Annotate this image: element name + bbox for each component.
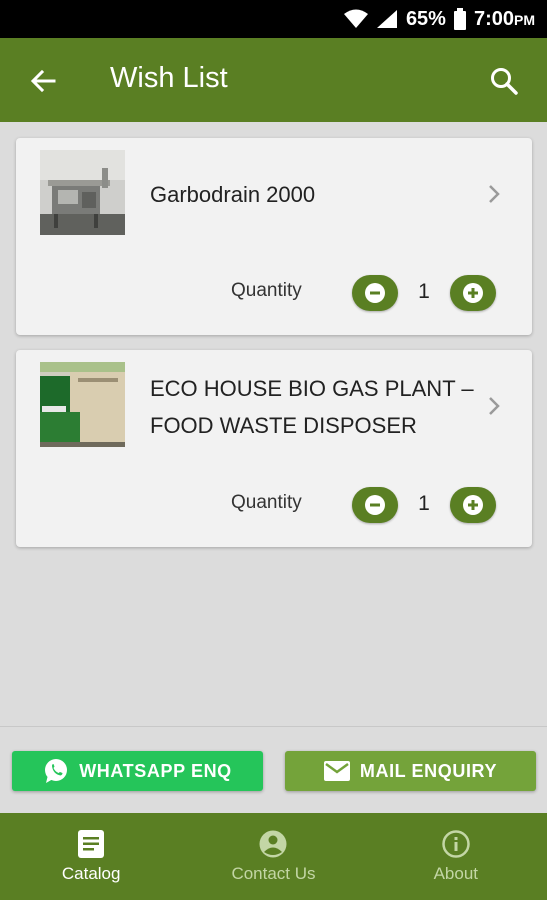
minus-circle-icon xyxy=(365,495,385,515)
quantity-value: 1 xyxy=(418,492,430,515)
chevron-right-icon[interactable] xyxy=(486,182,502,206)
mail-enquiry-button[interactable]: MAIL ENQUIRY xyxy=(285,751,536,791)
nav-contact-us[interactable]: Contact Us xyxy=(182,813,364,900)
wifi-icon xyxy=(343,9,368,28)
nav-contact-label: Contact Us xyxy=(231,863,316,883)
status-bar: 65% 7:00PM xyxy=(0,0,547,38)
whatsapp-enquiry-button[interactable]: WHATSAPP ENQ xyxy=(12,751,263,791)
enquiry-actions: WHATSAPP ENQ MAIL ENQUIRY xyxy=(0,727,547,813)
nav-catalog-label: Catalog xyxy=(61,863,121,883)
whatsapp-icon xyxy=(45,759,68,783)
increase-quantity-button[interactable] xyxy=(450,487,496,523)
battery-icon xyxy=(453,8,466,30)
decrease-quantity-button[interactable] xyxy=(352,487,398,523)
product-name: Garbodrain 2000 xyxy=(150,182,316,207)
app-bar: Wish List xyxy=(0,38,547,122)
page-title: Wish List xyxy=(110,62,228,94)
account-icon xyxy=(259,830,287,857)
info-icon xyxy=(442,829,470,858)
plus-circle-icon xyxy=(463,495,483,515)
product-name: ECO HOUSE BIO GAS PLANT – FOOD WASTE DIS… xyxy=(150,376,474,438)
quantity-label: Quantity xyxy=(231,280,302,301)
wishlist-card[interactable]: ECO HOUSE BIO GAS PLANT – FOOD WASTE DIS… xyxy=(16,350,532,547)
wishlist-card[interactable]: Garbodrain 2000 Quantity 1 xyxy=(16,138,532,335)
whatsapp-label: WHATSAPP ENQ xyxy=(79,760,232,781)
battery-percent: 65% xyxy=(405,7,446,30)
bottom-navigation: Catalog Contact Us About xyxy=(0,813,547,900)
quantity-value: 1 xyxy=(418,280,430,303)
signal-icon xyxy=(376,10,397,28)
wishlist-content: Garbodrain 2000 Quantity 1 ECO HOUSE BIO… xyxy=(0,122,547,726)
nav-about-label: About xyxy=(433,863,479,883)
nav-catalog[interactable]: Catalog xyxy=(0,813,182,900)
mail-icon xyxy=(323,761,350,781)
product-thumbnail xyxy=(40,150,125,235)
increase-quantity-button[interactable] xyxy=(450,275,496,311)
arrow-left-icon xyxy=(30,69,56,93)
back-button[interactable] xyxy=(26,64,60,98)
quantity-label: Quantity xyxy=(231,492,302,513)
decrease-quantity-button[interactable] xyxy=(352,275,398,311)
product-thumbnail xyxy=(40,362,125,447)
clock: 7:00PM xyxy=(473,7,535,30)
plus-circle-icon xyxy=(463,283,483,303)
nav-about[interactable]: About xyxy=(365,813,547,900)
search-icon xyxy=(491,68,518,95)
search-button[interactable] xyxy=(485,62,523,100)
chevron-right-icon[interactable] xyxy=(486,394,502,418)
minus-circle-icon xyxy=(365,283,385,303)
mail-label: MAIL ENQUIRY xyxy=(359,760,498,781)
catalog-icon xyxy=(78,829,105,858)
